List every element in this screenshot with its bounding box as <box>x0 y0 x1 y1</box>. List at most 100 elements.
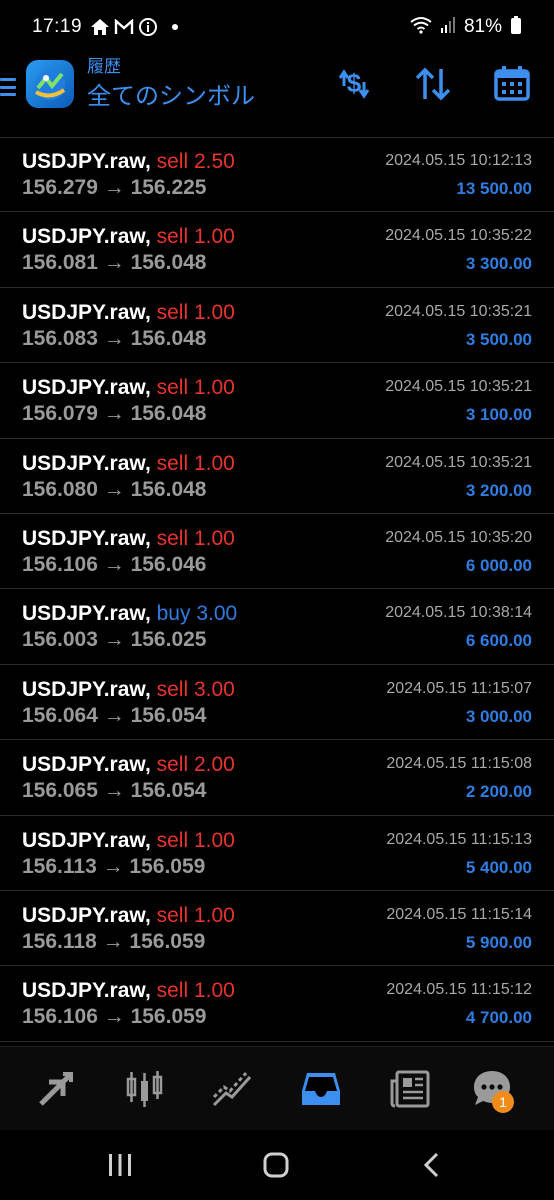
trade-row[interactable]: USDJPY.raw, sell 1.00 156.083 → 156.048 20… <box>0 288 554 364</box>
trade-title: USDJPY.raw, sell 1.00 <box>22 903 235 929</box>
back-icon[interactable] <box>412 1148 452 1182</box>
trade-history-list: USDJPY.raw, sell 2.50 156.279 → 156.225 20… <box>0 137 554 1042</box>
trade-symbol: USDJPY.raw, <box>22 451 151 475</box>
home-icon <box>90 18 110 36</box>
trade-time: 2024.05.15 11:15:14 <box>386 905 532 923</box>
trade-side: sell <box>156 451 189 475</box>
trade-prices: 156.279 → 156.225 <box>22 176 207 199</box>
trade-time: 2024.05.15 11:15:12 <box>386 981 532 999</box>
trade-row[interactable]: USDJPY.raw, sell 1.00 156.118 → 156.059 20… <box>0 891 554 967</box>
notification-dot-icon <box>172 24 179 30</box>
trade-prices: 156.080 → 156.048 <box>22 477 207 501</box>
trade-symbol: USDJPY.raw, <box>22 526 151 550</box>
trade-prices: 156.064 → 156.054 <box>22 703 207 727</box>
status-bar: 17:19 81% <box>0 0 554 54</box>
trade-symbol: USDJPY.raw, <box>22 376 151 400</box>
trade-row[interactable]: USDJPY.raw, sell 1.00 156.080 → 156.048 20… <box>0 439 554 514</box>
trade-prices: 156.106 → 156.059 <box>22 1005 207 1029</box>
trade-symbol: USDJPY.raw, <box>22 828 151 852</box>
trade-time: 2024.05.15 10:35:21 <box>385 378 532 396</box>
deposit-withdrawal-icon[interactable]: $ <box>332 62 376 106</box>
hamburger-menu-icon[interactable] <box>0 72 18 102</box>
trade-prices: 156.079 → 156.048 <box>22 402 207 426</box>
trade-symbol: USDJPY.raw, <box>22 903 151 927</box>
trade-volume: 1.00 <box>193 451 235 475</box>
quotes-arrows-icon[interactable] <box>32 1065 80 1113</box>
trade-volume: 3.00 <box>193 677 235 701</box>
calendar-icon[interactable] <box>490 62 534 106</box>
trade-symbol: USDJPY.raw, <box>22 300 151 324</box>
symbol-filter-title[interactable]: 全てのシンボル <box>87 80 255 114</box>
trade-time: 2024.05.15 10:38:14 <box>385 604 532 622</box>
trade-profit: 3 300.00 <box>465 254 532 274</box>
trade-time: 2024.05.15 10:12:13 <box>385 152 532 169</box>
trade-symbol: USDJPY.raw, <box>22 979 151 1003</box>
trade-profit: 3 100.00 <box>465 405 532 425</box>
trade-symbol: USDJPY.raw, <box>22 753 151 777</box>
trade-prices: 156.081 → 156.048 <box>22 251 207 275</box>
trade-title: USDJPY.raw, sell 2.00 <box>22 752 235 778</box>
trade-row[interactable]: USDJPY.raw, sell 1.00 156.081 → 156.048 20… <box>0 212 554 288</box>
trade-prices: 156.003 → 156.025 <box>22 628 207 652</box>
trade-prices: 156.083 → 156.048 <box>22 326 207 350</box>
chat-icon[interactable]: 1 <box>468 1065 516 1113</box>
trade-row[interactable]: USDJPY.raw, sell 1.00 156.113 → 156.059 20… <box>0 816 554 891</box>
trade-title: USDJPY.raw, sell 1.00 <box>22 526 235 552</box>
trade-volume: 2.50 <box>193 150 235 173</box>
trade-title: USDJPY.raw, sell 1.00 <box>22 978 235 1004</box>
trade-profit: 6 000.00 <box>465 555 532 575</box>
trade-time: 2024.05.15 10:35:21 <box>385 302 532 320</box>
candlestick-chart-icon[interactable] <box>120 1065 168 1113</box>
trade-volume: 3.00 <box>196 602 238 626</box>
trade-row[interactable]: USDJPY.raw, sell 2.00 156.065 → 156.054 20… <box>0 740 554 816</box>
trade-side: sell <box>156 150 189 173</box>
bottom-navigation: 1 <box>0 1046 554 1130</box>
trade-profit: 13 500.00 <box>456 179 532 198</box>
trade-title: USDJPY.raw, sell 1.00 <box>22 300 235 326</box>
trade-side: sell <box>156 376 189 400</box>
history-inbox-icon[interactable] <box>297 1065 345 1113</box>
trade-side: sell <box>156 903 189 927</box>
trade-profit: 2 200.00 <box>465 782 532 802</box>
trade-row[interactable]: USDJPY.raw, sell 2.50 156.279 → 156.225 20… <box>0 137 554 213</box>
page-subtitle: 履歴 <box>87 57 121 76</box>
trade-volume: 1.00 <box>193 903 235 927</box>
trade-volume: 1.00 <box>193 526 235 550</box>
recent-apps-icon[interactable] <box>100 1148 140 1182</box>
trade-volume: 1.00 <box>193 979 235 1003</box>
trade-row[interactable]: USDJPY.raw, buy 3.00 156.003 → 156.025 202… <box>0 589 554 665</box>
trade-time: 2024.05.15 10:35:22 <box>385 227 532 245</box>
trade-row[interactable]: USDJPY.raw, sell 3.00 156.064 → 156.054 20… <box>0 665 554 741</box>
sort-icon[interactable] <box>411 62 455 106</box>
trade-side: sell <box>156 225 189 249</box>
svg-text:$: $ <box>347 68 362 98</box>
trade-title: USDJPY.raw, sell 1.00 <box>22 224 235 250</box>
trade-side: sell <box>156 677 189 701</box>
trade-symbol: USDJPY.raw, <box>22 602 151 626</box>
trade-volume: 1.00 <box>193 376 235 400</box>
trade-profit: 3 000.00 <box>465 706 532 726</box>
trade-profit: 4 700.00 <box>465 1008 532 1028</box>
home-button-icon[interactable] <box>256 1148 296 1182</box>
battery-icon <box>510 15 522 40</box>
trade-row[interactable]: USDJPY.raw, sell 1.00 156.106 → 156.059 20… <box>0 966 554 1042</box>
trade-time: 2024.05.15 10:35:20 <box>385 528 532 546</box>
trade-profit: 3 200.00 <box>465 480 532 500</box>
trade-time: 2024.05.15 10:35:21 <box>385 453 532 471</box>
mail-icon <box>114 19 134 35</box>
trade-profit: 3 500.00 <box>465 329 532 349</box>
trade-prices: 156.106 → 156.046 <box>22 552 207 576</box>
trade-time: 2024.05.15 11:15:07 <box>386 679 532 697</box>
trade-prices: 156.118 → 156.059 <box>22 929 206 953</box>
trade-volume: 1.00 <box>193 300 235 324</box>
wifi-icon <box>410 16 432 39</box>
trade-volume: 2.00 <box>193 753 235 777</box>
trade-line-icon[interactable] <box>208 1065 256 1113</box>
trade-row[interactable]: USDJPY.raw, sell 1.00 156.079 → 156.048 20… <box>0 363 554 439</box>
trade-title: USDJPY.raw, sell 1.00 <box>22 451 235 477</box>
trade-row[interactable]: USDJPY.raw, sell 1.00 156.106 → 156.046 20… <box>0 514 554 590</box>
metatrader-logo <box>26 60 74 108</box>
trade-symbol: USDJPY.raw, <box>22 225 151 249</box>
trade-side: sell <box>156 828 189 852</box>
news-icon[interactable] <box>386 1065 434 1113</box>
